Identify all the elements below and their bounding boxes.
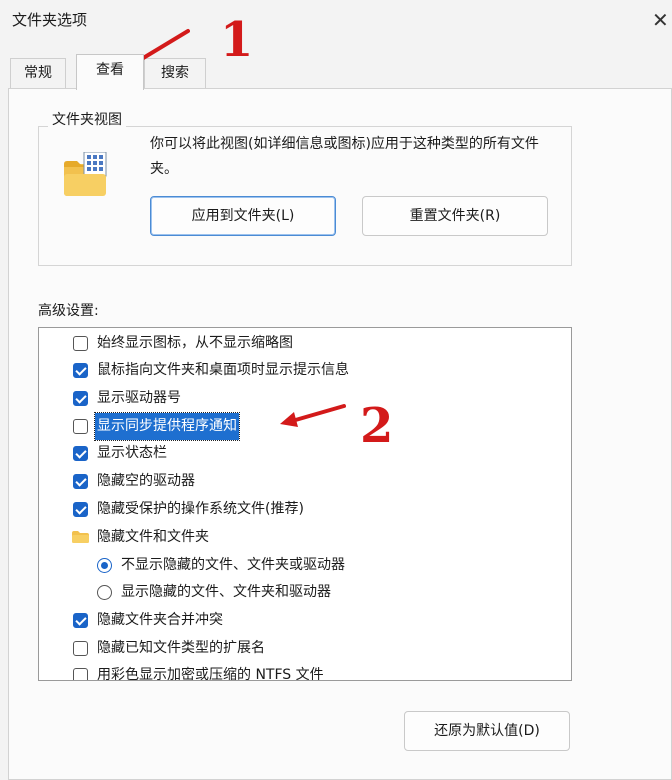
checkbox[interactable]: [73, 668, 88, 680]
list-item-label: 显示同步提供程序通知: [94, 412, 240, 441]
advanced-settings-list[interactable]: 始终显示图标，从不显示缩略图 鼠标指向文件夹和桌面项时显示提示信息 显示驱动器号…: [38, 327, 572, 681]
window-title: 文件夹选项: [12, 11, 88, 29]
list-item-label: 鼠标指向文件夹和桌面项时显示提示信息: [97, 362, 349, 378]
list-item-label: 显示驱动器号: [97, 390, 181, 406]
list-item-label: 显示状态栏: [97, 445, 167, 461]
folder-icon: [72, 531, 89, 543]
radio-button[interactable]: [97, 585, 112, 600]
title-bar: 文件夹选项 ✕: [0, 0, 672, 44]
checkbox[interactable]: [73, 613, 88, 628]
list-item-label: 隐藏文件和文件夹: [97, 529, 209, 545]
annotation-arrow-icon: [280, 404, 346, 427]
checkbox[interactable]: [73, 363, 88, 378]
restore-defaults-button[interactable]: 还原为默认值(D): [404, 711, 570, 751]
folder-grid-icon: [64, 152, 107, 196]
list-item-label: 隐藏文件夹合并冲突: [97, 612, 223, 628]
tab-view[interactable]: 查看: [76, 54, 144, 90]
reset-folders-button[interactable]: 重置文件夹(R): [362, 196, 548, 236]
list-item-label: 不显示隐藏的文件、文件夹或驱动器: [121, 557, 345, 573]
close-icon[interactable]: ✕: [652, 8, 672, 32]
checkbox[interactable]: [73, 336, 88, 351]
list-item-label: 显示隐藏的文件、文件夹和驱动器: [121, 584, 331, 600]
checkbox[interactable]: [73, 419, 88, 434]
tab-general[interactable]: 常规: [10, 58, 66, 88]
checkbox[interactable]: [73, 446, 88, 461]
list-item-label: 始终显示图标，从不显示缩略图: [97, 335, 293, 351]
checkbox[interactable]: [73, 391, 88, 406]
annotation-number-2: 2: [360, 398, 394, 454]
list-item-label: 隐藏受保护的操作系统文件(推荐): [97, 501, 304, 517]
checkbox[interactable]: [73, 641, 88, 656]
checkbox[interactable]: [73, 502, 88, 517]
advanced-settings-label: 高级设置:: [38, 303, 99, 319]
folder-views-title: 文件夹视图: [48, 109, 126, 129]
checkbox[interactable]: [73, 474, 88, 489]
folder-views-description: 你可以将此视图(如详细信息或图标)应用于这种类型的所有文件夹。: [150, 136, 539, 177]
radio-button[interactable]: [97, 558, 112, 573]
list-item-label: 用彩色显示加密或压缩的 NTFS 文件: [97, 667, 324, 681]
list-item-label: 隐藏已知文件类型的扩展名: [97, 640, 265, 656]
annotation-number-1: 1: [220, 12, 254, 68]
apply-to-folders-button[interactable]: 应用到文件夹(L): [150, 196, 336, 236]
list-item-label: 隐藏空的驱动器: [97, 473, 195, 489]
